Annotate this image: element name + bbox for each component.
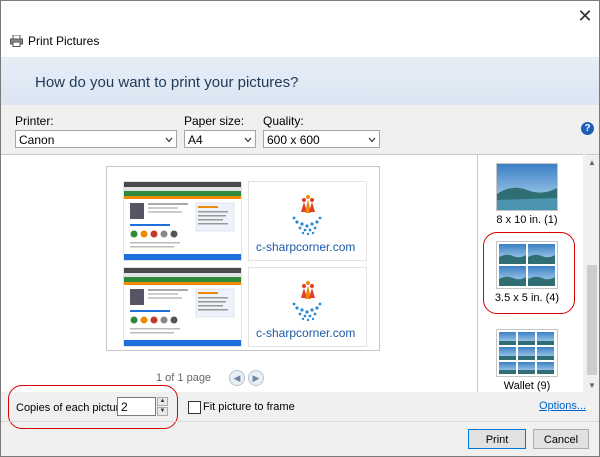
logo-text: c-sharpcorner.com — [256, 326, 356, 340]
options-link[interactable]: Options... — [539, 400, 586, 412]
previous-page-button[interactable]: ◀ — [229, 370, 245, 386]
header-question: How do you want to print your pictures? — [35, 74, 299, 91]
next-page-button[interactable]: ▶ — [248, 370, 264, 386]
layout-item-8x10[interactable]: 8 x 10 in. (1) — [490, 163, 564, 226]
quality-select[interactable]: 600 x 600 — [263, 130, 380, 148]
logo-text: c-sharpcorner.com — [256, 240, 356, 254]
paper-size-label: Paper size: — [184, 114, 245, 128]
picture-preview-2 — [123, 267, 242, 347]
printer-select[interactable]: Canon — [15, 130, 177, 148]
logo-preview-2: c-sharpcorner.com — [248, 267, 367, 347]
layout-item-wallet[interactable]: Wallet (9) — [490, 329, 564, 392]
cancel-button[interactable]: Cancel — [533, 429, 589, 449]
website-screenshot-image — [124, 268, 241, 346]
logo-preview-1: c-sharpcorner.com — [248, 181, 367, 261]
layout-scrollbar[interactable]: ▲ ▼ — [585, 154, 599, 392]
page-info: 1 of 1 page — [156, 372, 212, 384]
help-icon[interactable]: ? — [581, 122, 594, 135]
title-bar: Print Pictures ✕ — [1, 1, 599, 57]
scrollbar-thumb[interactable] — [587, 265, 597, 375]
printer-value: Canon — [19, 133, 55, 147]
preview-page: c-sharpcorner.com c-sharpcorner.com — [106, 166, 380, 351]
layout-label: 8 x 10 in. (1) — [496, 214, 558, 226]
paper-size-select[interactable]: A4 — [184, 130, 256, 148]
chevron-down-icon — [244, 137, 252, 143]
scroll-up-icon[interactable]: ▲ — [588, 158, 596, 167]
layout-thumbnail — [496, 163, 558, 211]
quality-value: 600 x 600 — [267, 133, 320, 147]
window-title: Print Pictures — [28, 34, 100, 48]
footer-divider — [1, 421, 599, 422]
paper-size-value: A4 — [188, 133, 203, 147]
scroll-down-icon[interactable]: ▼ — [588, 381, 596, 390]
printer-icon — [10, 35, 23, 47]
picture-preview-1 — [123, 181, 242, 261]
print-button[interactable]: Print — [468, 429, 526, 449]
chevron-down-icon — [165, 137, 173, 143]
print-settings: Printer: Canon Paper size: A4 Quality: 6… — [1, 105, 599, 155]
layout-label: Wallet (9) — [503, 380, 551, 392]
fit-to-frame-checkbox[interactable] — [188, 401, 201, 414]
chevron-down-icon — [368, 137, 376, 143]
layout-thumbnail — [496, 329, 558, 377]
print-pictures-dialog: Print Pictures ✕ How do you want to prin… — [0, 0, 600, 457]
fit-to-frame-label: Fit picture to frame — [203, 401, 295, 413]
nine-up-image-grid — [499, 332, 554, 374]
quality-label: Quality: — [263, 114, 304, 128]
printer-label: Printer: — [15, 114, 54, 128]
selected-layout-highlight — [483, 232, 575, 314]
preview-pane: c-sharpcorner.com c-sharpcorner.com 1 of… — [1, 154, 478, 392]
landscape-image — [497, 164, 557, 210]
header-band: How do you want to print your pictures? — [1, 57, 599, 106]
copies-highlight — [8, 385, 178, 429]
close-button[interactable]: ✕ — [573, 5, 597, 27]
website-screenshot-image — [124, 182, 241, 260]
